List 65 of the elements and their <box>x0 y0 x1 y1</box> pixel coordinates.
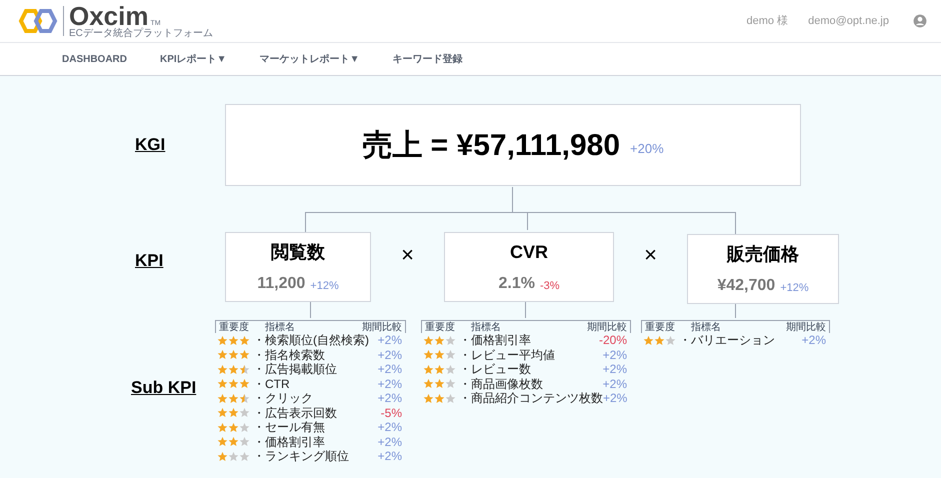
brand-name: Oxcim <box>69 3 148 29</box>
change-value: -3% <box>540 278 560 294</box>
user-email: demo@opt.ne.jp <box>808 14 889 29</box>
metric-name: ・広告掲載順位 <box>253 363 338 376</box>
column-header: 期間比較 <box>587 323 627 333</box>
multiply-sign: × <box>400 241 415 269</box>
column-header: 期間比較 <box>362 323 402 333</box>
column-header: 期間比較 <box>786 323 826 333</box>
metric-name: ・CTR <box>253 378 291 390</box>
kgi-formula: 売上 = ¥57,111,980 <box>362 128 620 164</box>
column-header: 重要度 <box>425 323 456 333</box>
section-label: KPI <box>135 251 164 270</box>
column-header: 指標名 <box>691 323 722 333</box>
change-value: +2% <box>378 363 402 376</box>
change-value: +2% <box>378 334 402 346</box>
nav-link[interactable]: DASHBOARD <box>62 52 127 66</box>
change-value: +2% <box>378 378 402 390</box>
change-value: -5% <box>380 406 402 419</box>
change-value: +2% <box>378 421 402 434</box>
change-value: +2% <box>378 348 402 361</box>
metric-name: ・レビュー数 <box>459 363 532 376</box>
kpi-title: 販売価格 <box>727 243 799 266</box>
metric-name: ・指名検索数 <box>253 348 326 361</box>
logo-icon <box>18 8 58 34</box>
kpi-title: 閲覧数 <box>271 241 325 264</box>
change-value: +2% <box>378 392 402 404</box>
change-value: +12% <box>780 280 809 296</box>
change-value: +20% <box>630 140 664 158</box>
column-header: 重要度 <box>219 323 250 333</box>
change-value: +2% <box>602 378 627 390</box>
metric-name: ・広告表示回数 <box>253 406 338 419</box>
kpi-value: 11,200 <box>257 274 306 294</box>
metric-name: ・検索順位(自然検索) <box>253 334 370 346</box>
metric-name: ・価格割引率 <box>253 436 326 448</box>
user-icon[interactable] <box>913 14 927 28</box>
change-value: +2% <box>602 363 627 376</box>
user-name: demo 様 <box>746 14 788 29</box>
section-label: KGI <box>135 135 166 154</box>
kpi-title: CVR <box>510 241 548 264</box>
change-value: +2% <box>603 392 628 404</box>
column-header: 重要度 <box>645 323 676 333</box>
change-value: +12% <box>310 278 339 294</box>
metric-name: ・商品画像枚数 <box>459 378 544 390</box>
brand-tagline: ECデータ統合プラットフォーム <box>69 29 213 39</box>
metric-name: ・セール有無 <box>253 421 326 434</box>
kpi-value: 2.1% <box>498 274 535 294</box>
change-value: +2% <box>378 436 402 448</box>
nav-link[interactable]: マーケットレポート▼ <box>260 52 360 66</box>
column-header: 指標名 <box>471 323 502 333</box>
change-value: -20% <box>598 334 627 346</box>
metric-name: ・レビュー平均値 <box>459 348 556 361</box>
change-value: +2% <box>602 348 627 361</box>
nav-link[interactable]: キーワード登録 <box>392 52 462 66</box>
metric-name: ・バリエーション <box>679 334 776 346</box>
metric-name: ・価格割引率 <box>459 334 532 346</box>
metric-name: ・クリック <box>253 392 314 404</box>
section-label: Sub KPI <box>131 378 196 397</box>
multiply-sign: × <box>643 241 658 269</box>
change-value: +2% <box>802 334 826 346</box>
metric-name: ・ランキング順位 <box>253 450 350 462</box>
change-value: +2% <box>378 450 402 462</box>
column-header: 指標名 <box>265 323 296 333</box>
metric-name: ・商品紹介コンテンツ枚数 <box>459 392 603 404</box>
kpi-value: ¥42,700 <box>717 276 776 296</box>
nav-link[interactable]: KPIレポート▼ <box>160 52 227 66</box>
